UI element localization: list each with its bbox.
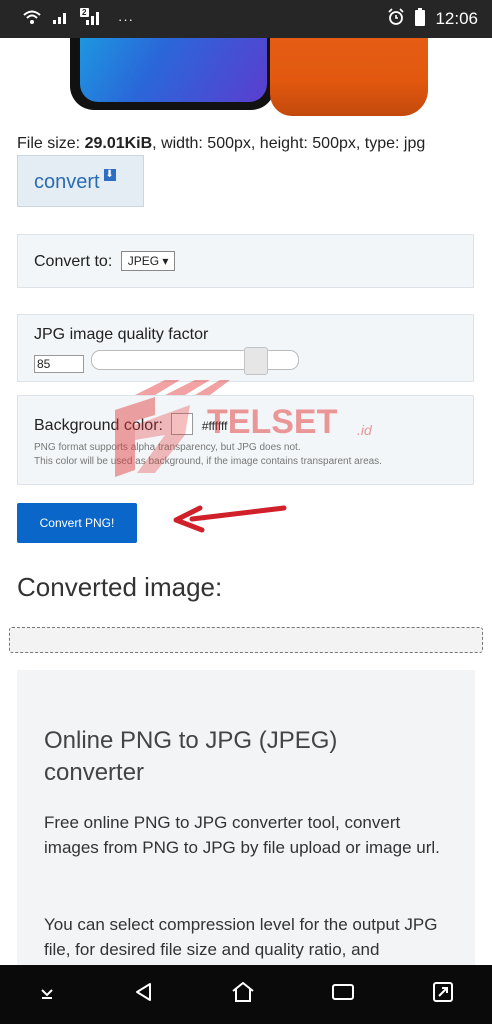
navigation-bar (0, 965, 492, 1024)
file-size: 29.01KiB (84, 135, 153, 152)
convert-link-button[interactable]: convert ⬇ (17, 155, 144, 207)
download-icon: ⬇ (103, 169, 116, 181)
home-icon[interactable] (230, 980, 256, 1009)
red-arrow-annotation (170, 500, 290, 539)
info-paragraph-1: Free online PNG to JPG converter tool, c… (44, 813, 440, 857)
converted-image-title: Converted image: (17, 572, 223, 602)
alarm-icon (387, 7, 405, 31)
phone-screen-image (70, 38, 275, 110)
telset-watermark: TELSET .id (95, 375, 395, 490)
info-paragraph-2: You can select compression level for the… (44, 915, 438, 959)
signal-icon (52, 9, 70, 30)
product-photo (70, 38, 428, 116)
wifi-icon (22, 9, 42, 30)
more-notifications: ··· (118, 11, 134, 27)
quality-input[interactable]: 85 (34, 355, 84, 373)
back-icon[interactable] (132, 980, 156, 1009)
recent-apps-icon[interactable] (330, 981, 356, 1008)
clock: 12:06 (435, 9, 478, 28)
file-info: File size: 29.01KiB, width: 500px, heigh… (17, 135, 426, 152)
screenshot-icon[interactable] (431, 980, 455, 1009)
watermark-text: TELSET (207, 403, 338, 441)
sim-label: 2 (82, 7, 87, 17)
info-title: Online PNG to JPG (JPEG) converter (44, 727, 338, 786)
quality-slider-thumb[interactable] (244, 347, 268, 375)
watermark-suffix: .id (357, 422, 373, 438)
format-select[interactable]: JPEG ▾ (120, 251, 176, 271)
info-card: Online PNG to JPG (JPEG) converter Free … (17, 670, 475, 970)
signal-sim2-icon: 2 (80, 7, 102, 31)
convert-png-button[interactable]: Convert PNG! (17, 503, 137, 543)
battery-icon (415, 7, 426, 31)
quality-slider[interactable] (91, 347, 299, 375)
quality-label: JPG image quality factor (34, 326, 209, 343)
phone-back-image (270, 38, 428, 116)
convert-to-label: Convert to: (34, 253, 113, 270)
converted-image-box (9, 627, 483, 653)
status-bar: 2 ··· 12:06 (0, 0, 492, 38)
hide-navbar-icon[interactable] (37, 982, 57, 1007)
quality-panel: JPG image quality factor 85 (17, 314, 474, 382)
convert-to-panel: Convert to: JPEG ▾ (17, 234, 474, 288)
